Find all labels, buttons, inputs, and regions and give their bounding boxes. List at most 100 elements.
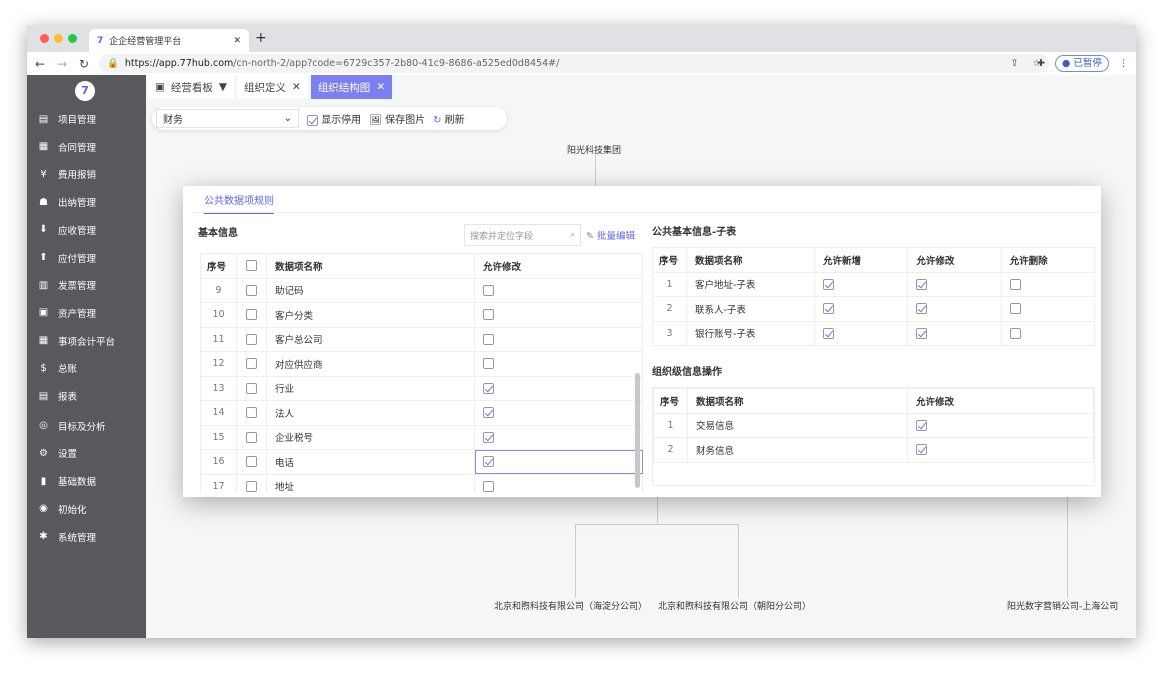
back-icon[interactable]: ←: [35, 57, 45, 71]
menu-icon[interactable]: ⋮: [1119, 58, 1129, 69]
extensions-icon[interactable]: ✚: [1037, 58, 1045, 69]
connector-line: [575, 524, 576, 598]
checkbox[interactable]: [246, 431, 257, 443]
checkbox[interactable]: [823, 303, 834, 315]
sidebar-item[interactable]: ⬇ 应收管理: [38, 223, 96, 237]
table-scrollbar[interactable]: [635, 373, 640, 488]
tab-org-definition[interactable]: 组织定义 ✕: [237, 75, 308, 99]
tab-dashboard[interactable]: ▣ 经营看板 ▼: [148, 75, 234, 99]
refresh-button[interactable]: ↻ 刷新: [433, 111, 465, 126]
page-tabs: ▣ 经营看板 ▼ 组织定义 ✕ 组织结构图 ✕: [146, 75, 393, 99]
sidebar-item[interactable]: ▣ 资产管理: [38, 306, 96, 320]
data-item-name: 企业税号: [266, 424, 475, 450]
checkbox[interactable]: [483, 407, 494, 419]
table-row: 10 客户分类: [200, 302, 643, 328]
sidebar-item[interactable]: ☗ 出纳管理: [38, 195, 96, 210]
checkbox[interactable]: [483, 333, 494, 345]
profile-button[interactable]: ● 已暂停: [1055, 55, 1109, 72]
gear-icon: ⚙: [39, 447, 48, 459]
org-node-chaoyang[interactable]: 北京和煦科技有限公司（朝阳分公司）: [658, 599, 811, 612]
checkbox[interactable]: [246, 480, 257, 492]
sidebar-item-label: 系统管理: [58, 532, 97, 544]
reload-icon[interactable]: ↻: [79, 57, 89, 71]
new-tab-button[interactable]: +: [255, 30, 267, 46]
checkbox[interactable]: [483, 284, 494, 296]
checkbox[interactable]: [823, 278, 834, 290]
checkbox[interactable]: [916, 419, 927, 431]
sidebar-item[interactable]: $ 总账: [38, 361, 77, 376]
checkbox[interactable]: [823, 327, 834, 339]
checkbox[interactable]: [246, 407, 257, 419]
close-icon[interactable]: ✕: [292, 81, 301, 93]
checkbox[interactable]: [246, 456, 257, 468]
sidebar-item[interactable]: ◉ 初始化: [38, 502, 86, 516]
forward-icon[interactable]: →: [57, 57, 67, 71]
checkbox[interactable]: [483, 382, 494, 394]
org-node-shanghai[interactable]: 阳光数字营销公司-上海公司: [1007, 599, 1118, 612]
close-icon[interactable]: ✕: [376, 81, 385, 93]
checkbox[interactable]: [483, 431, 494, 443]
maximize-window-button[interactable]: [68, 34, 77, 43]
sidebar-item[interactable]: ▮ 基础数据: [38, 474, 96, 489]
data-item-name: 对应供应商: [266, 351, 475, 377]
save-image-button[interactable]: 🖼 保存图片: [369, 111, 425, 126]
org-type-select[interactable]: 财务 ⌄: [156, 109, 299, 128]
section-title: 公共基本信息-子表: [652, 227, 737, 238]
checkbox[interactable]: [1009, 278, 1021, 290]
data-item-name: 联系人-子表: [686, 296, 815, 322]
refresh-icon: ◉: [39, 503, 48, 515]
checkbox[interactable]: [483, 358, 494, 370]
sidebar-item[interactable]: ¥ 费用报销: [38, 167, 97, 182]
table-row: 1 交易信息: [653, 412, 1094, 438]
checkbox[interactable]: [246, 333, 257, 345]
sidebar-item[interactable]: ⚙ 设置: [38, 446, 77, 461]
checkbox[interactable]: [483, 480, 494, 492]
caret-down-icon[interactable]: ▼: [219, 81, 227, 93]
sidebar-item[interactable]: ▦ 事项会计平台: [38, 334, 115, 348]
org-node-haidian[interactable]: 北京和煦科技有限公司（海淀分公司）: [494, 599, 647, 612]
browser-tab[interactable]: 7 企企经营管理平台 ✕: [89, 29, 249, 52]
minimize-window-button[interactable]: [54, 34, 63, 43]
sidebar-item[interactable]: ▦ 合同管理: [38, 140, 96, 154]
checkbox[interactable]: [246, 309, 257, 321]
data-item-name: 地址: [266, 473, 475, 493]
show-disabled-checkbox[interactable]: 显示停用: [307, 111, 361, 126]
checkbox[interactable]: [246, 358, 257, 370]
checkbox[interactable]: [916, 303, 928, 315]
bulk-edit-button[interactable]: ✎ 批量编辑: [586, 228, 635, 242]
checkbox[interactable]: [246, 382, 257, 394]
field-search-input[interactable]: 搜索并定位字段 ⌕: [464, 224, 581, 246]
checkbox[interactable]: [916, 444, 927, 456]
checkbox[interactable]: [483, 456, 494, 468]
sidebar-item-label: 费用报销: [58, 170, 97, 182]
tab-org-chart[interactable]: 组织结构图 ✕: [310, 75, 393, 99]
org-node-root[interactable]: 阳光科技集团: [567, 143, 621, 156]
connector-line: [657, 497, 658, 524]
data-item-name: 财务信息: [687, 437, 908, 463]
checkbox[interactable]: [1009, 303, 1021, 315]
row-number: 3: [652, 320, 687, 346]
close-window-button[interactable]: [40, 34, 49, 43]
col-header: 序号: [653, 388, 688, 414]
bulk-edit-label: 批量编辑: [597, 231, 636, 242]
checkbox[interactable]: [916, 327, 928, 339]
sidebar-item[interactable]: ▤ 报表: [38, 389, 77, 404]
sidebar-item[interactable]: ✱ 系统管理: [38, 530, 96, 544]
close-tab-icon[interactable]: ✕: [233, 36, 241, 46]
image-icon: 🖼: [369, 115, 382, 126]
data-item-name: 银行账号-子表: [686, 320, 815, 346]
checkbox[interactable]: [246, 284, 257, 296]
share-icon[interactable]: ⇪: [1011, 58, 1019, 69]
tab-public-data-rules[interactable]: 公共数据项规则: [204, 192, 274, 214]
data-rules-panel: 公共数据项规则 基本信息 搜索并定位字段 ⌕ ✎ 批量编辑 序号 数据项名称 允许修改…: [183, 186, 1101, 497]
sidebar-item[interactable]: ◎ 目标及分析: [38, 419, 105, 433]
checkbox[interactable]: [1009, 327, 1021, 339]
sidebar-item[interactable]: ▥ 发票管理: [38, 278, 96, 293]
checkbox[interactable]: [483, 309, 494, 321]
data-item-name: 行业: [266, 375, 475, 401]
url-field[interactable]: 🔒 https://app.77hub.com/cn-north-2/app?c…: [99, 54, 1049, 73]
sidebar-item[interactable]: ⬆ 应付管理: [38, 251, 96, 265]
checkbox[interactable]: [246, 260, 257, 272]
sidebar-item[interactable]: ▤ 项目管理: [38, 112, 96, 127]
checkbox[interactable]: [916, 278, 928, 290]
